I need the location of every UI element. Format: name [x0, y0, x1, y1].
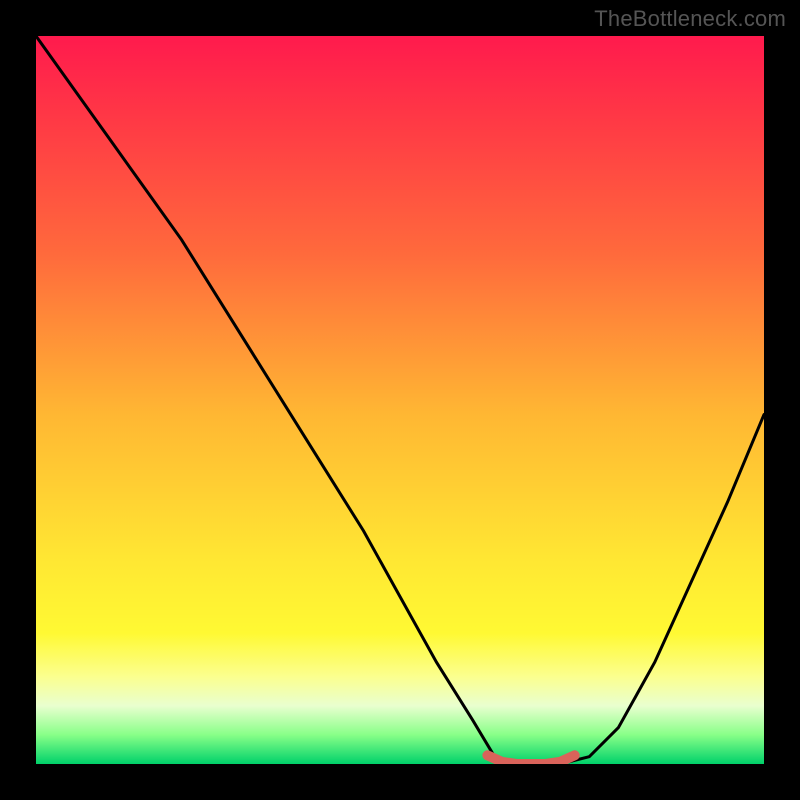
bottleneck-curve: [36, 36, 764, 764]
chart-plot-area: [36, 36, 764, 764]
watermark-text: TheBottleneck.com: [594, 6, 786, 32]
optimal-band: [487, 755, 574, 764]
chart-svg: [36, 36, 764, 764]
chart-frame: TheBottleneck.com: [0, 0, 800, 800]
